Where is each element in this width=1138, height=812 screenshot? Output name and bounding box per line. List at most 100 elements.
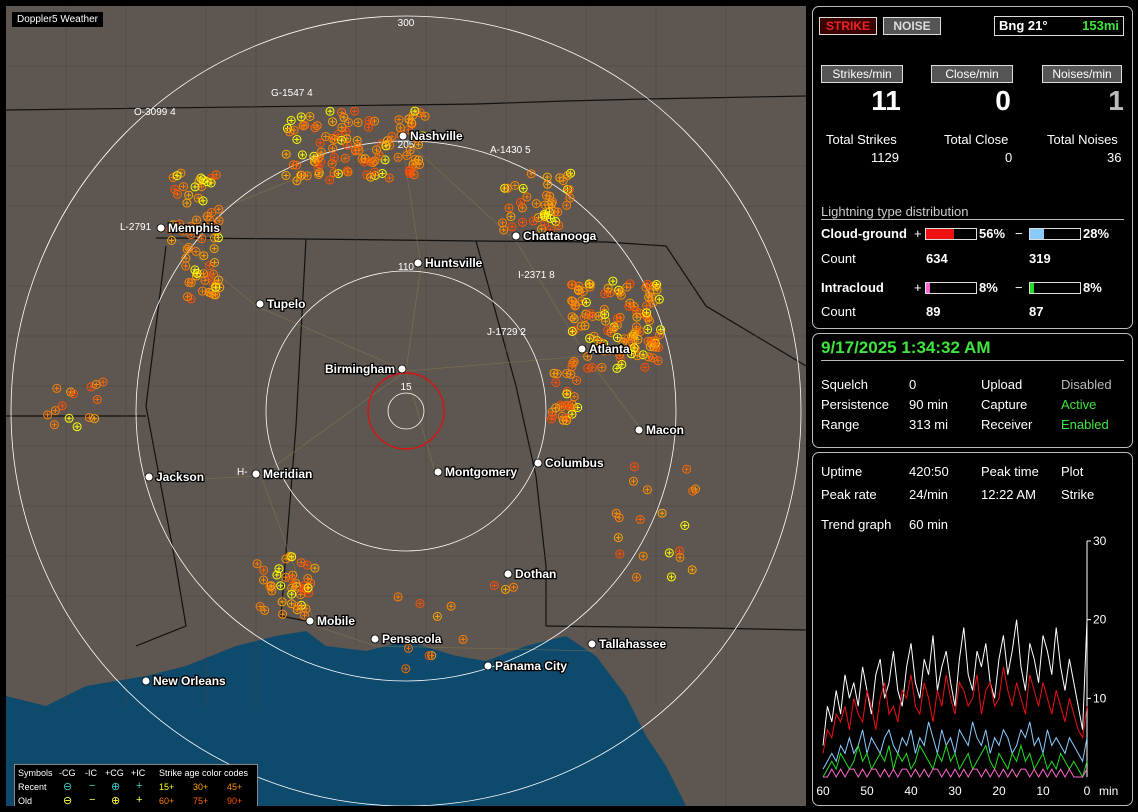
strike-marker-cross: [201, 271, 206, 277]
strike-marker-cross: [283, 151, 289, 157]
strike-marker-cross: [382, 157, 388, 163]
trend-graph-label: Trend graph: [821, 517, 892, 532]
noises-per-min-label[interactable]: Noises/min: [1042, 65, 1122, 83]
cg-positive-pct: 56%: [979, 226, 1006, 241]
squelch-label: Squelch: [821, 377, 868, 392]
trend-window-value: 60 min: [909, 517, 949, 532]
strike-marker-cross: [327, 108, 333, 114]
strike-marker-cross: [659, 510, 665, 516]
strike-marker-cross: [94, 397, 100, 402]
strike-marker-cross: [567, 195, 573, 201]
strike-button[interactable]: STRIKE: [819, 17, 877, 35]
storm-label: J-1729 2: [487, 327, 526, 338]
city-label: Tupelo: [267, 297, 305, 311]
map-canvas[interactable]: 300 205 110 15 G-1547 4 O-3099 4 A-1430 …: [6, 6, 806, 806]
ic-plus-sign: +: [914, 280, 922, 295]
neg-ic-recent-icon: −: [89, 780, 96, 792]
city-label: Birmingham: [325, 362, 395, 376]
city-dot: [370, 634, 380, 644]
cg-positive-count: 634: [926, 251, 948, 266]
range-value: 313 mi: [909, 417, 949, 432]
ic-minus-sign: −: [1015, 280, 1023, 295]
cg-negative-count: 319: [1029, 251, 1051, 266]
strike-marker-cross: [52, 408, 58, 414]
strike-marker-cross: [677, 554, 683, 560]
ic-negative-bar: [1029, 282, 1081, 294]
total-close-value: 0: [1005, 150, 1013, 165]
strike-marker-cross: [279, 599, 285, 605]
strike-marker-cross: [202, 277, 208, 283]
strike-marker-cross: [508, 214, 514, 220]
plot-value[interactable]: Strike: [1061, 487, 1094, 502]
legend-col: -CG: [59, 768, 76, 778]
strike-marker-cross: [569, 282, 575, 288]
capture-label: Capture: [981, 397, 1028, 412]
strike-marker-cross: [330, 145, 336, 151]
strike-marker-cross: [209, 209, 215, 215]
strike-marker-cross: [200, 198, 206, 204]
ic-count-label: Count: [821, 304, 856, 319]
strike-marker-cross: [172, 186, 178, 192]
city-dot: [156, 223, 166, 233]
persistence-label: Persistence: [821, 397, 889, 412]
plot-label: Plot: [1061, 464, 1084, 479]
strike-marker-cross: [578, 323, 584, 329]
strike-marker-cross: [634, 574, 639, 580]
strike-marker-cross: [330, 119, 335, 125]
strike-marker-cross: [295, 603, 301, 609]
strike-marker-cross: [434, 613, 440, 619]
bearing-value: Bng 21°: [999, 18, 1048, 33]
city-label: Mobile: [317, 614, 355, 628]
strike-marker-cross: [511, 584, 516, 590]
city-label: Memphis: [168, 221, 220, 235]
x-tick-label: 30: [948, 784, 962, 798]
legend-old-label: Old: [18, 796, 33, 806]
x-tick-label: 50: [860, 784, 874, 798]
receiver-value[interactable]: Enabled: [1061, 417, 1109, 432]
storm-label: O-3099 4: [134, 107, 176, 118]
strike-marker-cross: [339, 110, 345, 115]
strike-marker-cross: [291, 127, 297, 133]
strike-marker-cross: [417, 601, 423, 606]
trend-panel: Uptime 420:50 Peak time Plot Peak rate 2…: [812, 452, 1133, 806]
city-dot: [483, 661, 493, 671]
current-datetime: 9/17/2025 1:34:32 AM: [821, 338, 991, 357]
strikes-per-min-label[interactable]: Strikes/min: [821, 65, 903, 83]
close-per-min-label[interactable]: Close/min: [931, 65, 1013, 83]
city-dot: [634, 425, 644, 435]
strike-marker-cross: [395, 154, 401, 160]
strike-marker-cross: [624, 284, 630, 290]
capture-value[interactable]: Active: [1061, 397, 1096, 412]
strike-marker-cross: [644, 487, 650, 493]
lightning-map[interactable]: 300 205 110 15 G-1547 4 O-3099 4 A-1430 …: [6, 6, 806, 806]
city-label: Atlanta: [589, 342, 630, 356]
upload-value[interactable]: Disabled: [1061, 377, 1112, 392]
strike-marker-cross: [640, 553, 646, 559]
bearing-readout: Bng 21° 153mi: [994, 16, 1124, 36]
ring-label-110: 110: [398, 262, 414, 273]
strike-marker-cross: [339, 124, 345, 130]
strike-marker-cross: [677, 548, 682, 554]
strike-marker-cross: [542, 202, 548, 208]
strike-marker-cross: [254, 561, 260, 567]
strike-marker-cross: [520, 185, 526, 191]
strike-marker-cross: [216, 206, 222, 212]
strike-marker-cross: [554, 371, 560, 377]
strike-marker-cross: [352, 148, 358, 154]
strike-marker-cross: [645, 326, 651, 332]
strike-marker-cross: [299, 152, 305, 158]
city-dot: [587, 639, 597, 649]
squelch-value: 0: [909, 377, 917, 392]
strike-marker-cross: [307, 114, 313, 119]
strike-markers: [43, 106, 700, 674]
total-close-label: Total Close: [944, 132, 1009, 147]
upload-label: Upload: [981, 377, 1023, 392]
strike-marker-cross: [200, 288, 205, 294]
ic-positive-bar: [925, 282, 977, 294]
strike-marker-cross: [689, 567, 695, 573]
noise-button[interactable]: NOISE: [883, 17, 941, 35]
datetime-divider: [821, 360, 1124, 361]
strike-marker-cross: [500, 220, 506, 226]
cloud-ground-label: Cloud-ground: [821, 226, 907, 241]
city-label: Jackson: [156, 470, 204, 484]
